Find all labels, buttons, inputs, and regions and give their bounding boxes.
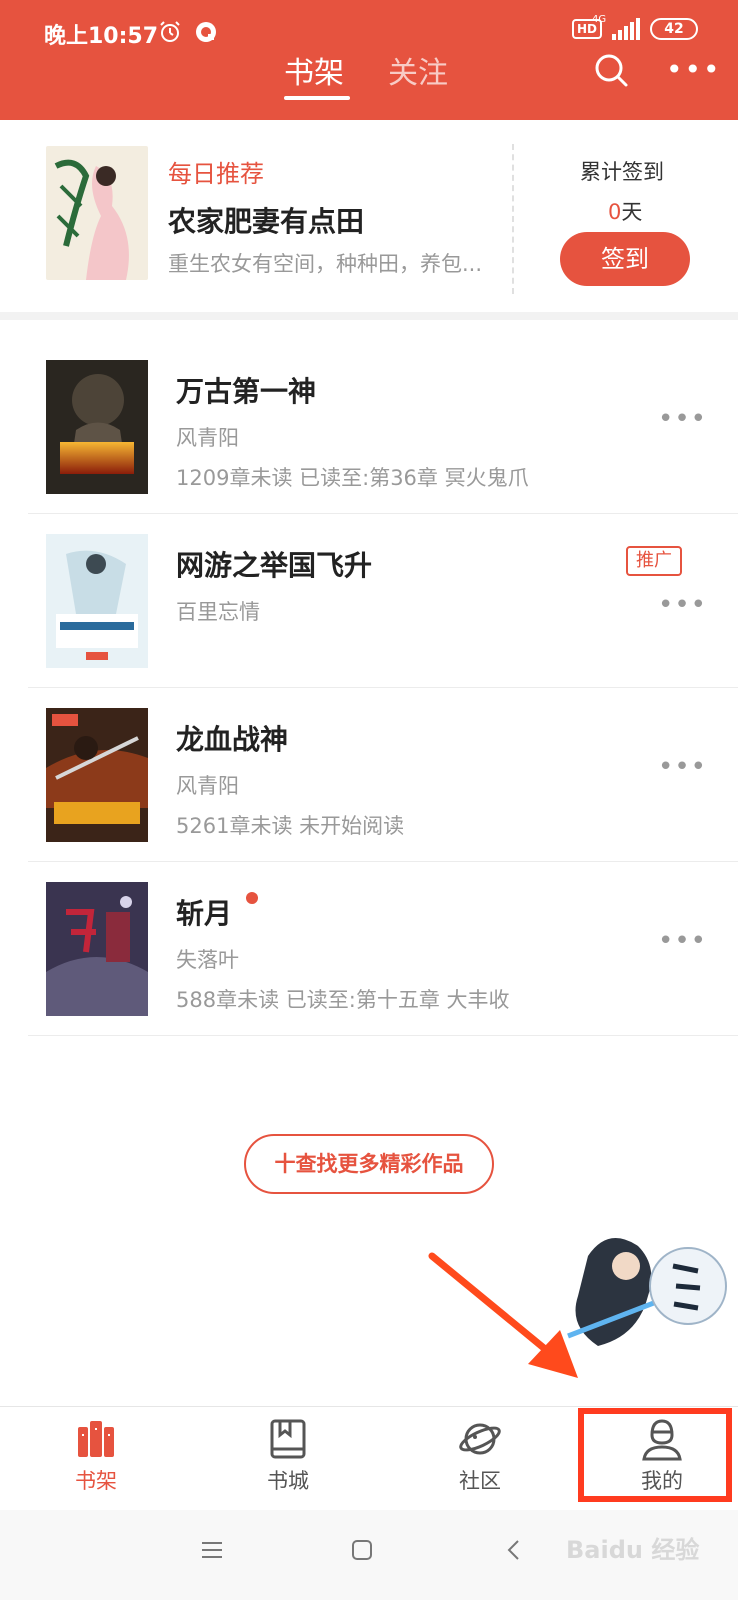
list-item[interactable]: 网游之举国飞升 推广 百里忘情 ••• xyxy=(28,514,738,688)
nav-label-bookshelf: 书架 xyxy=(75,1469,117,1493)
recommend-book-description: 重生农女有空间，种种田，养包... xyxy=(168,252,483,276)
recommend-book-title[interactable]: 农家肥妻有点田 xyxy=(168,200,364,240)
back-icon[interactable] xyxy=(502,1538,526,1562)
more-icon[interactable]: ••• xyxy=(666,56,722,84)
book-author: 百里忘情 xyxy=(176,600,260,624)
list-item[interactable]: 斩月 失落叶 588章未读 已读至:第十五章 大丰收 ••• xyxy=(28,862,738,1036)
bookshelf-icon xyxy=(78,1421,114,1457)
status-time: 晚上10:57 xyxy=(44,24,159,49)
nav-label-bookstore: 书城 xyxy=(267,1469,309,1493)
bookstore-icon xyxy=(270,1419,306,1459)
nav-item-community[interactable]: 社区 xyxy=(388,1407,572,1511)
list-item[interactable]: 龙血战神 风青阳 5261章未读 未开始阅读 ••• xyxy=(28,688,738,862)
tab-follow[interactable]: 关注 xyxy=(388,48,448,92)
book-more-icon[interactable]: ••• xyxy=(658,926,707,956)
floating-promo-image[interactable] xyxy=(548,1226,728,1356)
find-more-books-button[interactable]: 十查找更多精彩作品 xyxy=(244,1134,494,1194)
signal-icon xyxy=(612,18,640,40)
book-more-icon[interactable]: ••• xyxy=(658,590,707,620)
community-icon xyxy=(459,1423,501,1455)
checkin-days-value: 0 xyxy=(608,200,622,224)
daily-recommend-label: 每日推荐 xyxy=(168,160,264,188)
daily-recommendation-card[interactable]: 每日推荐 农家肥妻有点田 重生农女有空间，种种田，养包... 累计签到 0天 签… xyxy=(0,120,738,320)
nav-item-bookshelf[interactable]: 书架 xyxy=(4,1407,188,1511)
new-update-dot xyxy=(246,892,258,904)
book-title: 万古第一神 xyxy=(176,375,317,408)
checkin-button[interactable]: 签到 xyxy=(560,232,690,286)
book-progress: 5261章未读 未开始阅读 xyxy=(176,814,405,838)
status-indicators: HD 4G 42 xyxy=(571,14,698,40)
app-notification-icon xyxy=(196,22,216,42)
book-author: 失落叶 xyxy=(176,948,239,972)
annotation-highlight-box xyxy=(578,1408,732,1502)
book-author: 风青阳 xyxy=(176,426,239,450)
top-header: 晚上10:57 HD 4G 42 书架 关注 ••• xyxy=(0,0,738,120)
search-icon[interactable] xyxy=(593,52,629,88)
book-cover[interactable] xyxy=(46,360,148,494)
app-screen: 晚上10:57 HD 4G 42 书架 关注 ••• 每日推荐 农家肥妻有点田 … xyxy=(0,0,738,1600)
book-cover[interactable] xyxy=(46,708,148,842)
battery-icon: 42 xyxy=(650,18,698,40)
book-cover[interactable] xyxy=(46,534,148,668)
active-tab-indicator xyxy=(284,96,350,100)
book-more-icon[interactable]: ••• xyxy=(658,752,707,782)
book-progress: 588章未读 已读至:第十五章 大丰收 xyxy=(176,988,510,1012)
checkin-days-unit: 天 xyxy=(621,200,643,224)
signal-indicator: 4G xyxy=(592,14,640,40)
book-author: 风青阳 xyxy=(176,774,239,798)
book-progress: 1209章未读 已读至:第36章 冥火鬼爪 xyxy=(176,466,529,490)
book-title: 网游之举国飞升 xyxy=(176,549,373,582)
network-type: 4G xyxy=(592,14,607,25)
checkin-count: 0天 xyxy=(608,196,642,226)
list-item[interactable]: 万古第一神 风青阳 1209章未读 已读至:第36章 冥火鬼爪 ••• xyxy=(28,340,738,514)
watermark: Baidu 经验 xyxy=(566,1536,700,1564)
bookshelf-list: 万古第一神 风青阳 1209章未读 已读至:第36章 冥火鬼爪 ••• 网游之举… xyxy=(28,340,738,1036)
menu-icon[interactable] xyxy=(200,1538,224,1562)
nav-item-bookstore[interactable]: 书城 xyxy=(196,1407,380,1511)
recommend-book-cover[interactable] xyxy=(46,146,148,280)
checkin-total-label: 累计签到 xyxy=(580,160,664,184)
book-title: 斩月 xyxy=(176,897,233,930)
alarm-icon xyxy=(160,21,180,42)
tab-bookshelf[interactable]: 书架 xyxy=(284,48,344,92)
dashed-divider xyxy=(512,144,514,294)
book-title: 龙血战神 xyxy=(176,723,289,756)
nav-label-community: 社区 xyxy=(459,1469,501,1493)
promotion-badge: 推广 xyxy=(626,546,682,576)
book-more-icon[interactable]: ••• xyxy=(658,404,707,434)
book-cover[interactable] xyxy=(46,882,148,1016)
home-icon[interactable] xyxy=(350,1538,374,1562)
